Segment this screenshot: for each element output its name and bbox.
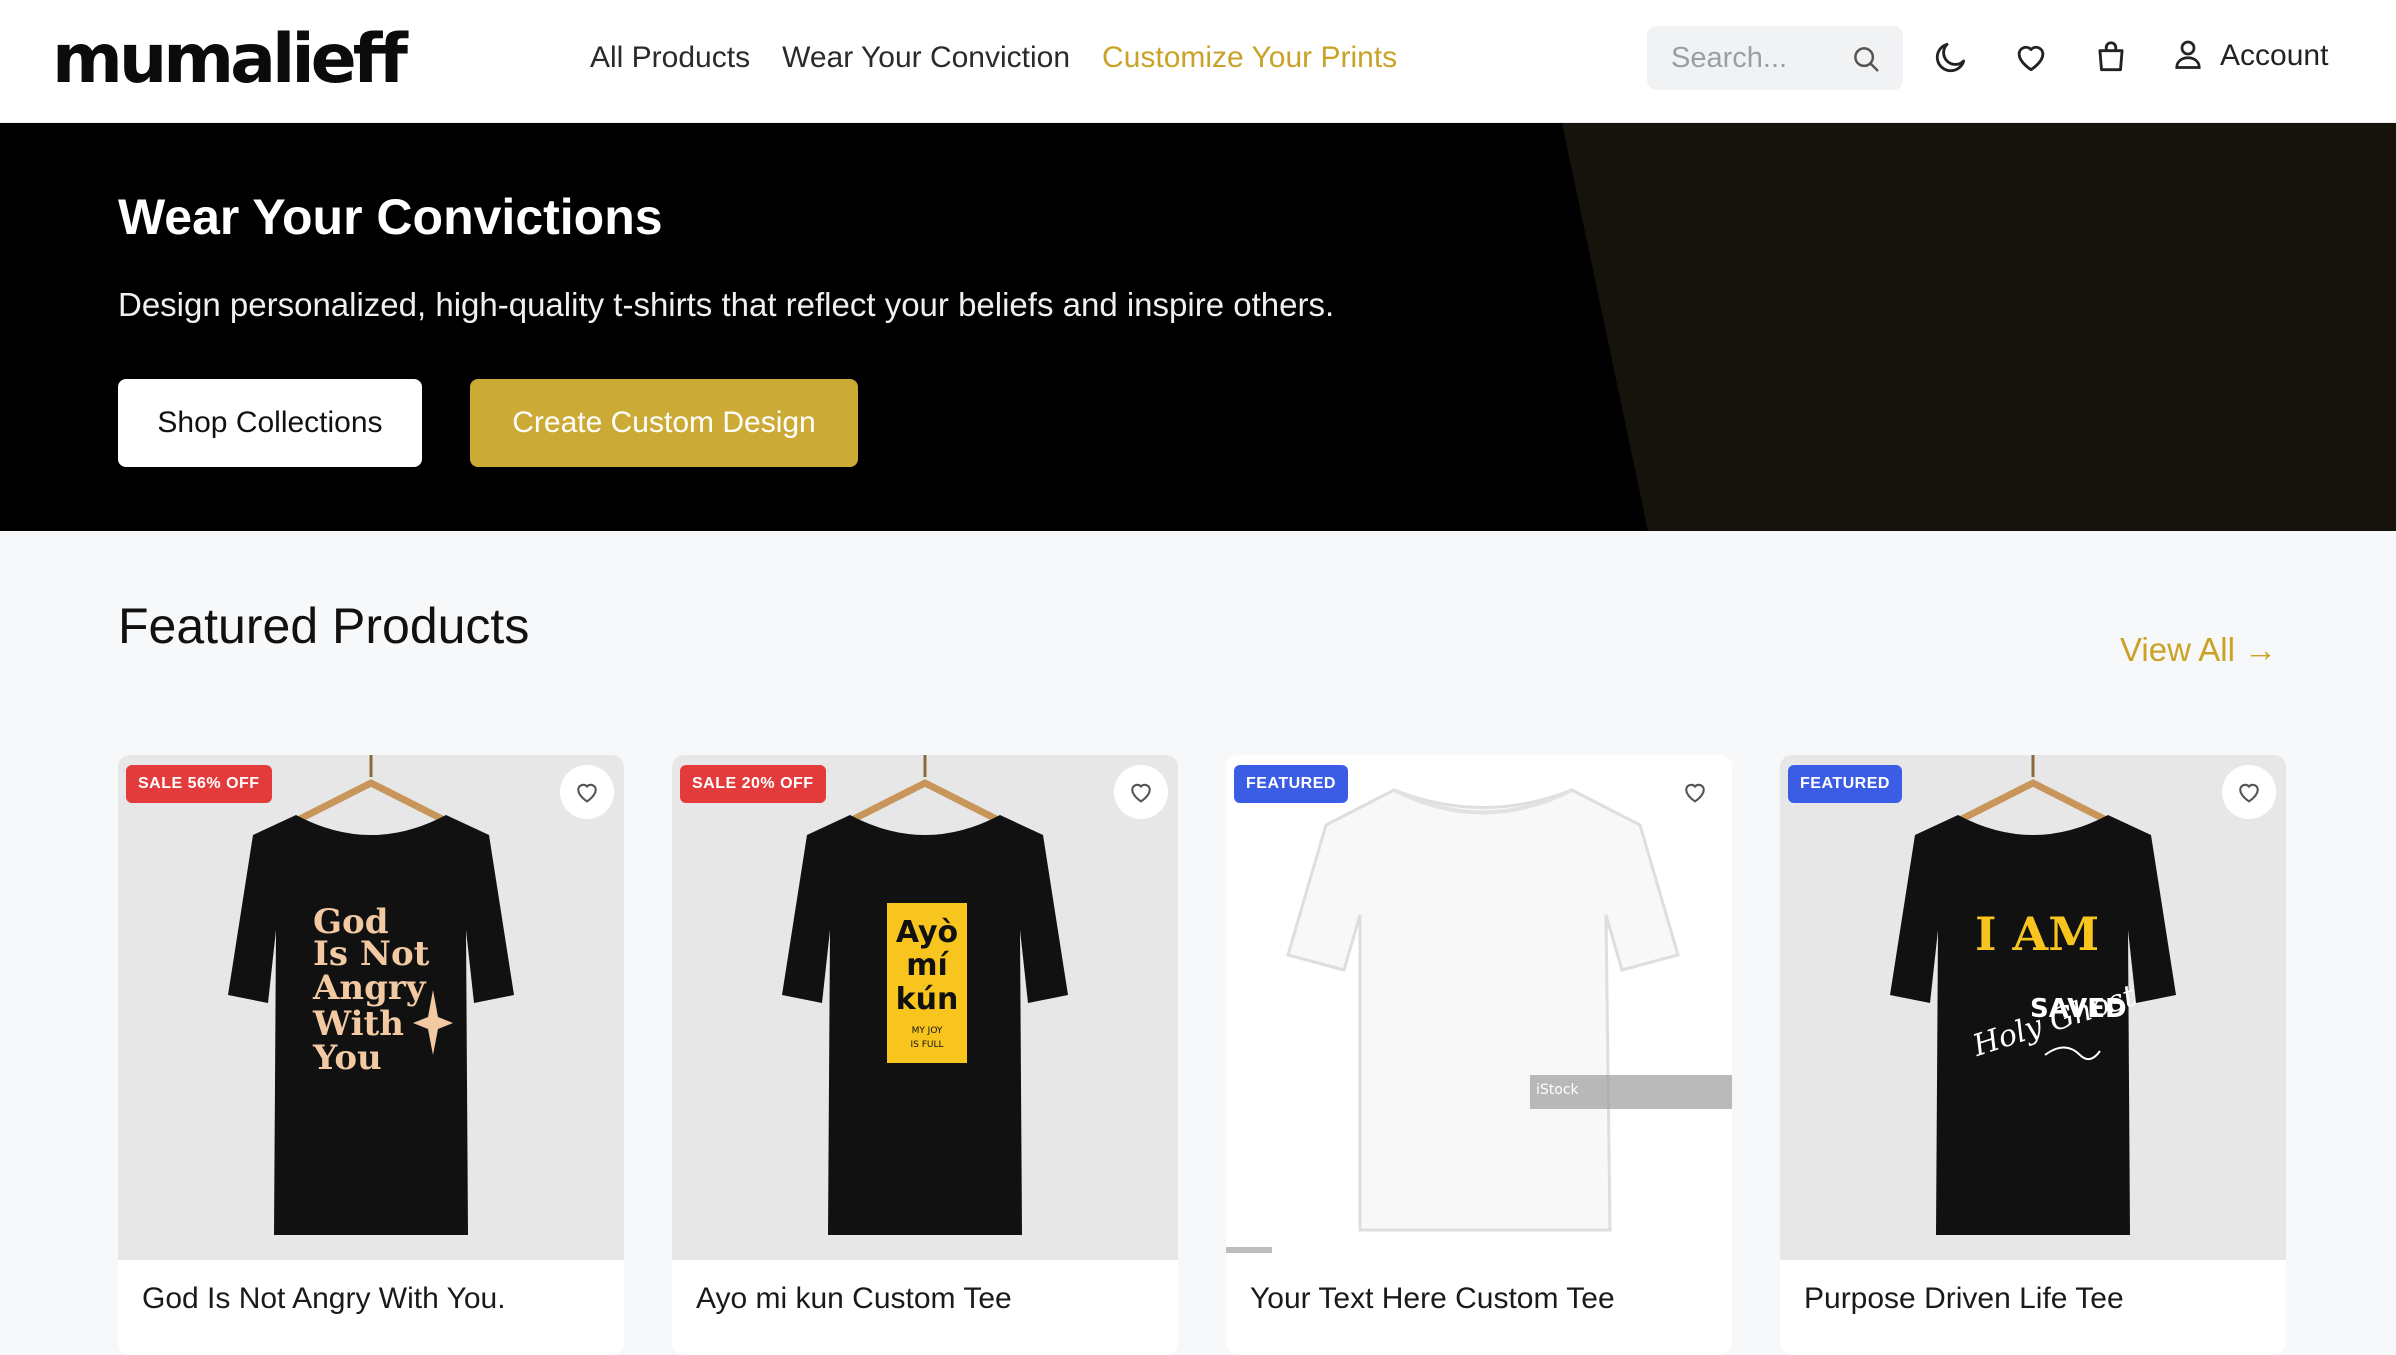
print-line: You [312, 1038, 382, 1078]
wishlist-heart-icon[interactable] [560, 765, 614, 819]
print-line: Ayò [896, 915, 958, 950]
search-box [1647, 26, 1903, 90]
view-all-link[interactable]: View All → [2120, 628, 2277, 672]
user-icon [2170, 35, 2206, 78]
print-small-line: IS FULL [910, 1040, 943, 1050]
nav-customize-your-prints[interactable]: Customize Your Prints [1102, 38, 1397, 78]
product-card[interactable]: iStock FEATURED Your Text Here Custom Te… [1226, 755, 1732, 1355]
print-line: Angry [312, 968, 427, 1008]
site-header: mumalieff All Products Wear Your Convict… [0, 0, 2396, 123]
main-nav: All Products Wear Your Conviction Custom… [590, 38, 1397, 78]
hero-subtitle: Design personalized, high-quality t-shir… [118, 286, 1335, 323]
product-card[interactable]: Ayò mí kún MY JOY IS FULL SALE 20% OFF A… [672, 755, 1178, 1355]
brand-logo[interactable]: mumalieff [52, 20, 408, 100]
featured-badge: FEATURED [1234, 765, 1348, 803]
product-card[interactable]: I AM SAVED Holy Ghost FEATURED Purpose D… [1780, 755, 2286, 1355]
heart-icon[interactable] [2012, 38, 2050, 81]
product-name[interactable]: Ayo mi kun Custom Tee [696, 1279, 1012, 1319]
print-line: mí [906, 948, 949, 983]
product-image[interactable]: iStock [1226, 755, 1732, 1260]
print-line: I AM [1975, 907, 2099, 961]
sale-badge: SALE 56% OFF [126, 765, 272, 803]
hero-title: Wear Your Convictions [118, 189, 663, 245]
moon-icon[interactable] [1932, 38, 1970, 81]
featured-products-title: Featured Products [118, 598, 530, 654]
shopping-bag-icon[interactable] [2092, 38, 2130, 81]
account-link[interactable]: Account [2170, 34, 2328, 78]
create-custom-design-button[interactable]: Create Custom Design [470, 379, 858, 467]
print-line: kún [896, 982, 959, 1017]
featured-badge: FEATURED [1788, 765, 1902, 803]
product-card[interactable]: God Is Not Angry With You SALE 56% OFF G… [118, 755, 624, 1355]
wishlist-heart-icon[interactable] [1114, 765, 1168, 819]
nav-all-products[interactable]: All Products [590, 38, 750, 78]
hero-banner: Wear Your Convictions Design personalize… [0, 123, 2396, 531]
shop-collections-button[interactable]: Shop Collections [118, 379, 422, 467]
account-label: Account [2220, 39, 2329, 72]
product-image[interactable]: God Is Not Angry With You [118, 755, 624, 1260]
product-name[interactable]: Purpose Driven Life Tee [1804, 1279, 2124, 1319]
product-name[interactable]: Your Text Here Custom Tee [1250, 1279, 1615, 1319]
wishlist-heart-icon[interactable] [2222, 765, 2276, 819]
watermark-text: iStock [1536, 1082, 1580, 1098]
print-small-line: MY JOY [912, 1026, 943, 1036]
wishlist-heart-icon[interactable] [1668, 765, 1722, 819]
search-icon[interactable] [1851, 44, 1881, 79]
nav-wear-your-conviction[interactable]: Wear Your Conviction [782, 38, 1070, 78]
product-name[interactable]: God Is Not Angry With You. [142, 1279, 506, 1319]
product-image[interactable]: I AM SAVED Holy Ghost [1780, 755, 2286, 1260]
sale-badge: SALE 20% OFF [680, 765, 826, 803]
search-input[interactable] [1671, 38, 1841, 78]
product-image[interactable]: Ayò mí kún MY JOY IS FULL [672, 755, 1178, 1260]
